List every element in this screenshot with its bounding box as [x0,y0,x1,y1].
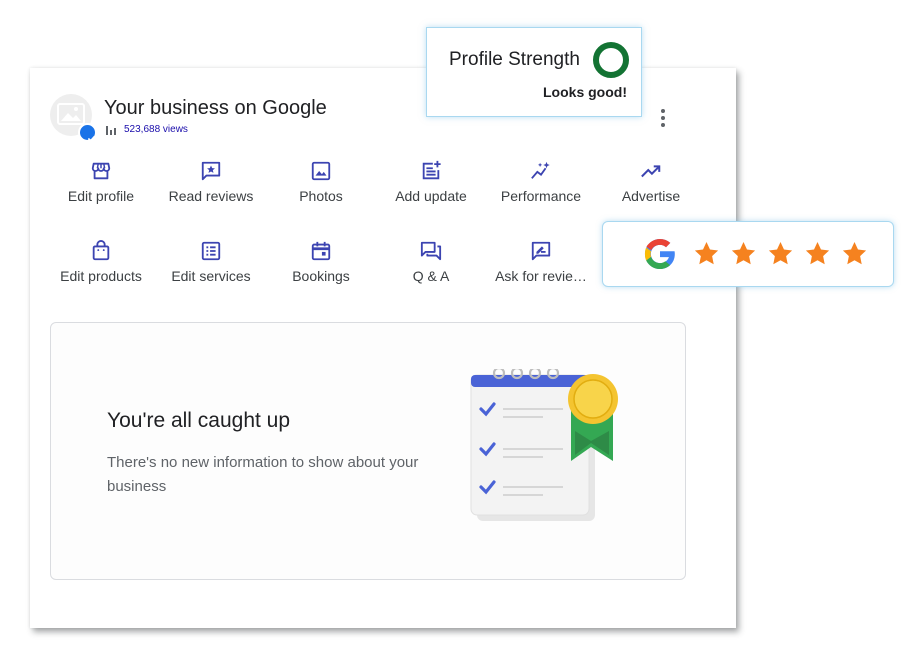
google-rating-badge [602,221,894,287]
caught-up-title: You're all caught up [107,409,291,432]
action-label: Q & A [412,268,450,284]
edit-services-button[interactable]: Edit services [156,240,266,284]
action-label: Bookings [292,268,350,284]
views-label: 523,688 views [124,124,188,135]
performance-button[interactable]: Performance [486,160,596,204]
bookings-button[interactable]: Bookings [266,240,376,284]
action-label: Advertise [621,188,681,204]
star-icon [731,242,756,265]
google-g-logo-icon [644,238,676,270]
rating-stars [693,240,868,267]
profile-strength-status: Looks good! [543,84,627,100]
action-label: Ask for revie… [495,268,587,284]
trending-up-icon [596,160,706,182]
business-avatar[interactable] [50,94,97,142]
business-title: Your business on Google [104,97,327,119]
star-icon [842,242,867,265]
star-icon [768,242,793,265]
profile-strength-popup[interactable]: Profile Strength Looks good! [426,27,642,117]
action-label: Add update [395,188,467,204]
star-icon [694,242,719,265]
action-label: Photos [299,188,343,204]
calendar-icon [266,240,376,262]
rate-review-icon [486,240,596,262]
action-label: Performance [500,188,582,204]
star-icon [805,242,830,265]
checklist-award-illustration [470,369,618,521]
list-icon [156,240,266,262]
edit-profile-button[interactable]: Edit profile [46,160,156,204]
action-label: Edit products [60,268,142,284]
business-profile-card: Your business on Google 523,688 views Ed… [30,68,736,628]
read-reviews-button[interactable]: Read reviews [156,160,266,204]
photos-button[interactable]: Photos [266,160,376,204]
review-star-icon [156,160,266,182]
profile-strength-title: Profile Strength [449,49,580,70]
profile-strength-ring-icon [593,42,629,78]
advertise-button[interactable]: Advertise [596,160,706,204]
views-count[interactable]: 523,688 views [106,124,188,135]
edit-products-button[interactable]: Edit products [46,240,156,284]
caught-up-panel: You're all caught up There's no new info… [50,322,686,580]
q-and-a-button[interactable]: Q & A [376,240,486,284]
sparkle-trend-icon [486,160,596,182]
storefront-icon [46,160,156,182]
action-label: Edit services [171,268,251,284]
action-label: Edit profile [67,188,135,204]
image-placeholder-icon [57,103,85,125]
image-icon [266,160,376,182]
post-add-icon [376,160,486,182]
ask-for-reviews-button[interactable]: Ask for revie… [486,240,596,284]
more-options-icon[interactable] [652,106,674,130]
action-label: Read reviews [168,188,254,204]
add-update-button[interactable]: Add update [376,160,486,204]
forum-icon [376,240,486,262]
shopping-bag-icon [46,240,156,262]
verified-badge-icon [78,123,97,142]
bar-chart-icon [106,125,116,135]
caught-up-message: There's no new information to show about… [107,454,419,495]
